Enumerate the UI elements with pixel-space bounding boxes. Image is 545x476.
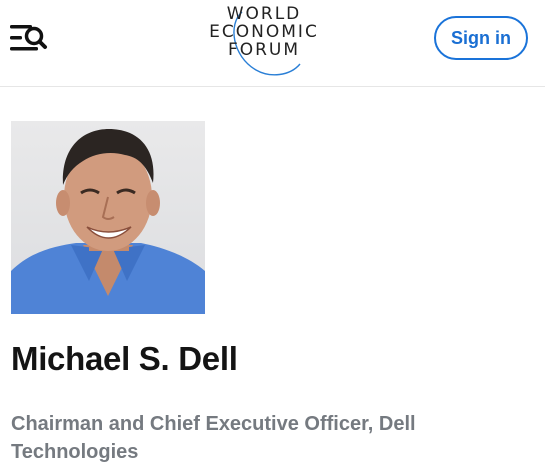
menu-search-icon[interactable] [8, 22, 48, 56]
world-economic-forum-logo[interactable]: WORLD ECONOMIC FORUM [198, 4, 330, 80]
logo-line-2: ECONOMIC [209, 22, 319, 42]
sign-in-button[interactable]: Sign in [434, 16, 528, 60]
profile-portrait [11, 121, 205, 314]
profile-title: Chairman and Chief Executive Officer, De… [11, 413, 416, 463]
logo-line-1: WORLD [226, 4, 302, 24]
profile-name: Michael S. Dell [11, 340, 238, 377]
site-header: WORLD ECONOMIC FORUM Sign in [0, 0, 545, 87]
logo-line-3: FORUM [227, 40, 301, 60]
